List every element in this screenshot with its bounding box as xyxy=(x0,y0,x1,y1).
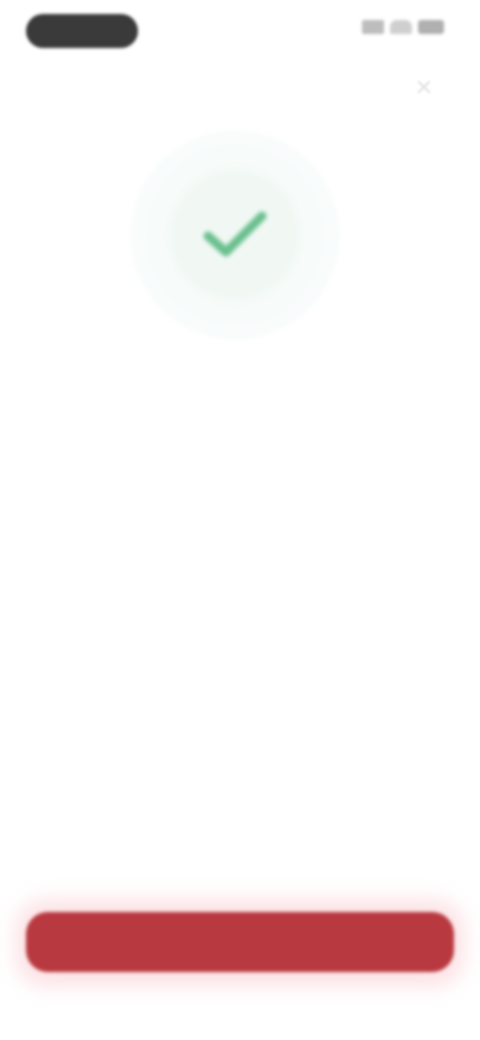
wifi-icon xyxy=(390,20,412,34)
primary-action-button[interactable] xyxy=(26,912,454,972)
battery-icon xyxy=(418,20,444,34)
close-icon[interactable]: ✕ xyxy=(412,76,436,100)
status-icons xyxy=(362,20,444,34)
success-screen: ✕ xyxy=(0,0,480,1040)
status-bar xyxy=(0,0,480,64)
checkmark-icon xyxy=(203,211,267,257)
dynamic-island xyxy=(26,14,138,48)
cellular-signal-icon xyxy=(362,20,384,34)
